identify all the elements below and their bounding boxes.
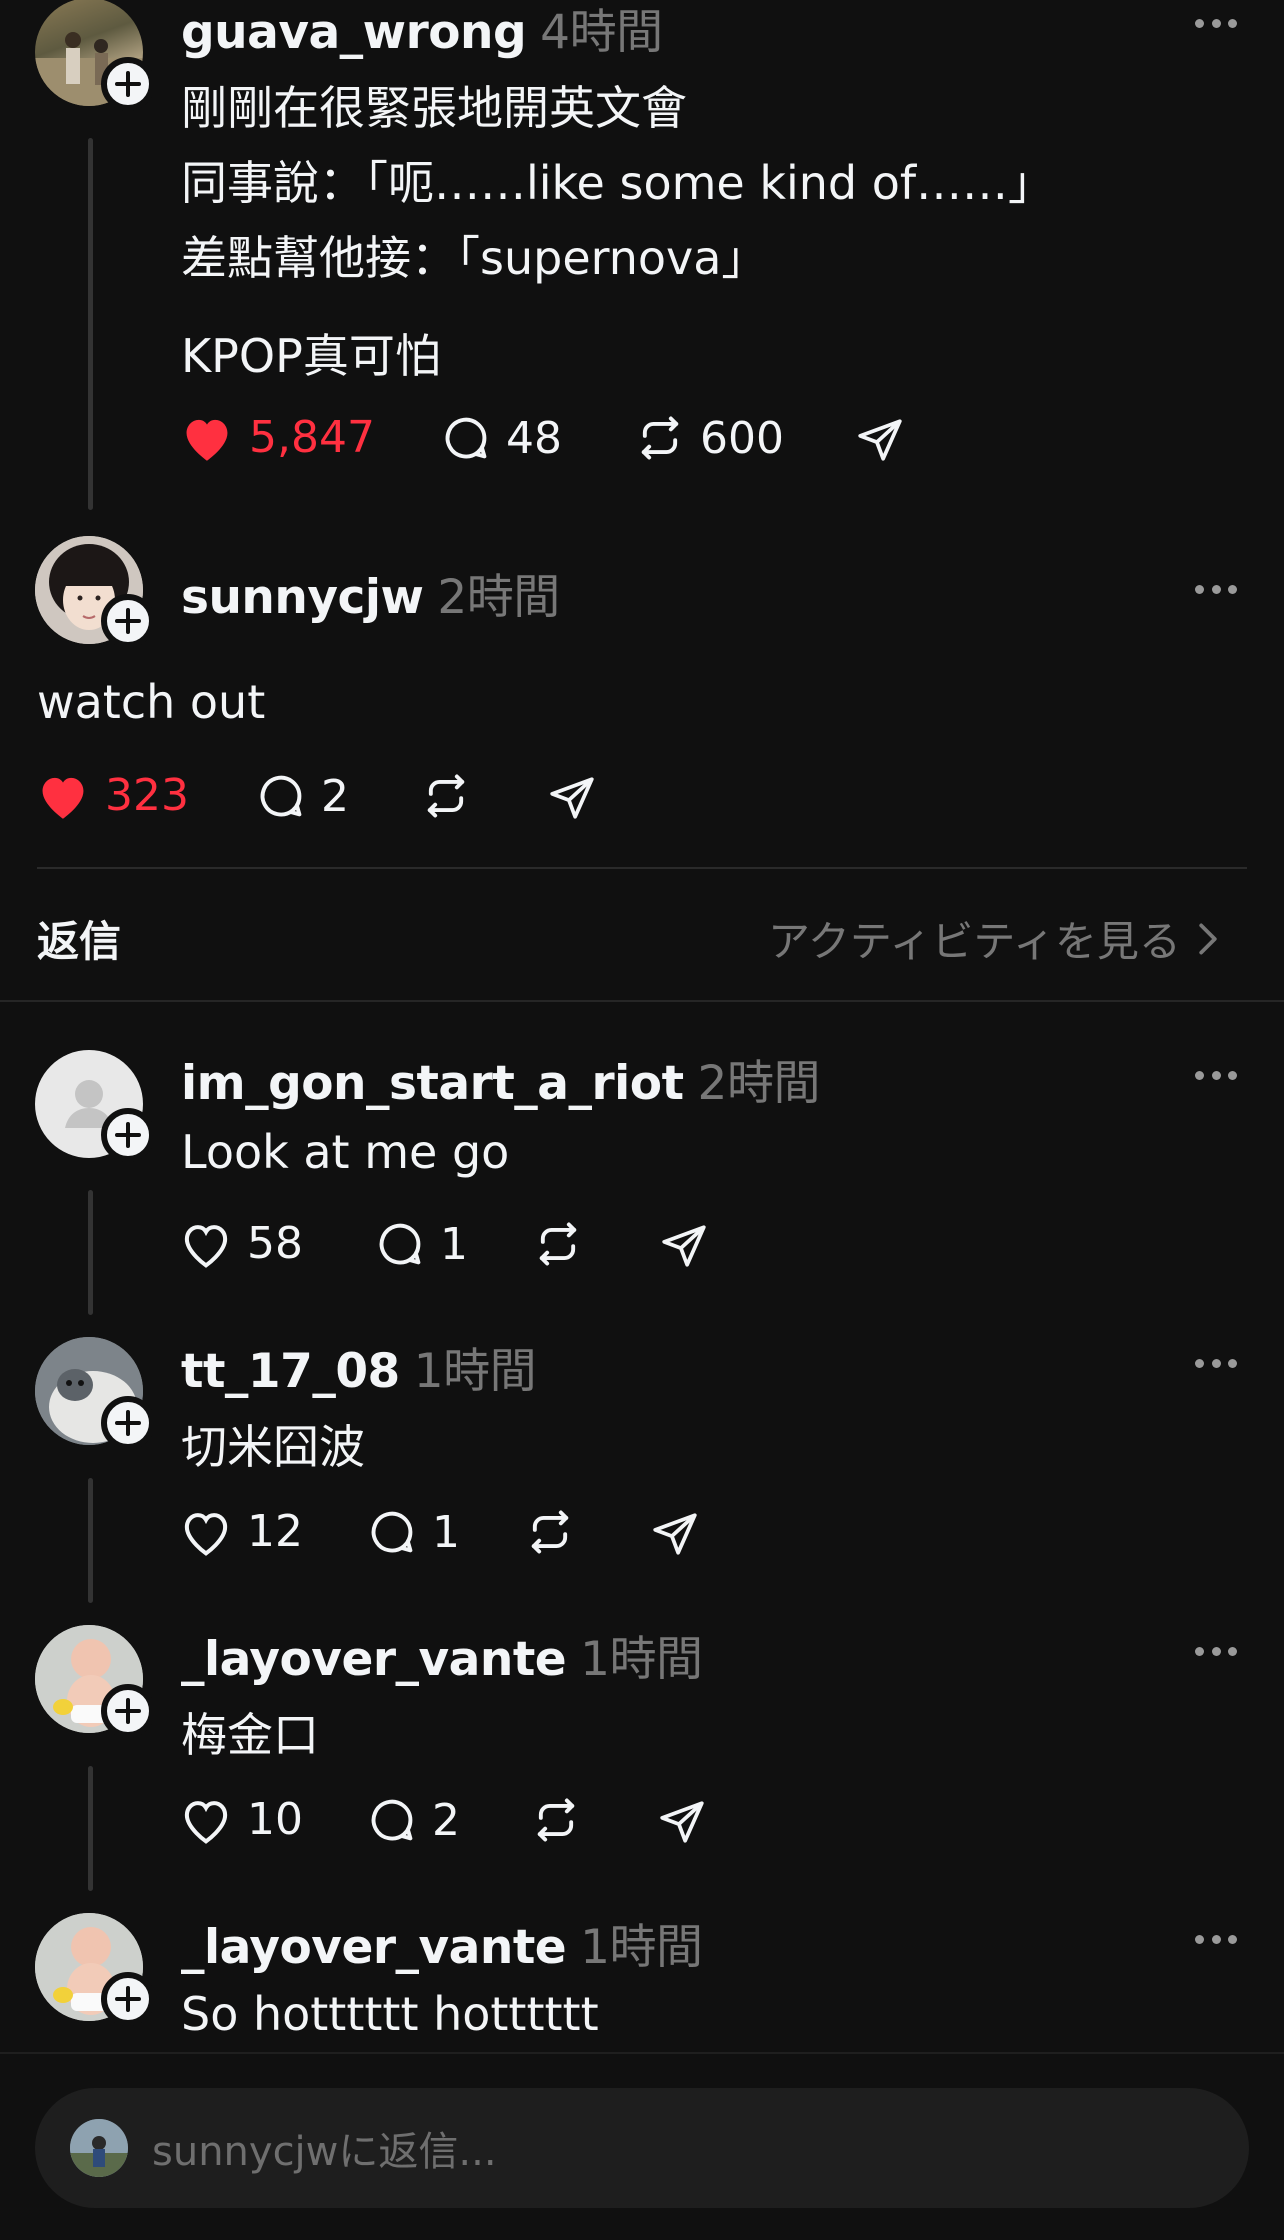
reply-username[interactable]: _layover_vante 1時間 <box>181 1620 703 1689</box>
send-icon <box>653 1513 697 1555</box>
reply-text: So hotttttt hotttttt <box>181 1987 599 2041</box>
reply-text: 梅金口 <box>181 1708 319 1762</box>
follow-plus-icon[interactable] <box>101 57 155 111</box>
repost-button[interactable] <box>420 770 472 822</box>
follow-plus-icon[interactable] <box>101 1108 155 1162</box>
comment-button[interactable]: 1 <box>366 1506 460 1558</box>
repost-button[interactable] <box>530 1794 582 1846</box>
comment-icon <box>371 1799 413 1841</box>
like-button[interactable]: 58 <box>179 1218 303 1269</box>
like-button[interactable]: 10 <box>179 1794 303 1845</box>
reply-input-placeholder: sunnycjwに返信... <box>152 2129 497 2175</box>
replies-title: 返信 <box>37 917 122 966</box>
reply-time: 1時間 <box>580 1632 703 1687</box>
follow-plus-icon[interactable] <box>101 1972 155 2026</box>
repost-button[interactable] <box>524 1506 576 1558</box>
post-username[interactable]: guava_wrong 4時間 <box>181 0 663 62</box>
repost-button[interactable]: 600 <box>634 412 784 464</box>
follow-plus-icon[interactable] <box>101 1396 155 1450</box>
reply-username[interactable]: sunnycjw 2時間 <box>181 558 560 627</box>
reply-username[interactable]: im_gon_start_a_riot 2時間 <box>181 1044 820 1113</box>
reply-username[interactable]: _layover_vante 1時間 <box>181 1908 703 1977</box>
share-button[interactable] <box>657 1797 707 1847</box>
divider <box>0 1000 1284 1002</box>
heart-filled-icon <box>186 419 228 461</box>
post-text-line-4: KPOP真可怕 <box>181 329 441 383</box>
share-button[interactable] <box>855 415 905 465</box>
comment-count: 48 <box>506 412 562 464</box>
more-options-icon[interactable] <box>1195 1069 1237 1081</box>
thread-line <box>88 138 93 510</box>
comment-button[interactable]: 2 <box>366 1794 460 1846</box>
reply-input[interactable]: sunnycjwに返信... <box>35 2088 1249 2208</box>
post-text-line-1: 剛剛在很緊張地開英文會 <box>181 81 687 135</box>
reply-time: 2時間 <box>697 1056 821 1111</box>
post-text-line-3: 差點幫他接：「supernova」 <box>181 231 768 285</box>
like-count: 323 <box>105 770 189 821</box>
send-icon <box>662 1225 706 1267</box>
comment-count: 2 <box>321 770 349 822</box>
comment-icon <box>379 1223 421 1265</box>
like-count: 58 <box>247 1218 303 1269</box>
heart-filled-icon <box>42 777 84 819</box>
reply-text: Look at me go <box>181 1125 510 1179</box>
like-button[interactable]: 5,847 <box>179 412 375 463</box>
comment-icon <box>371 1511 413 1553</box>
more-options-icon[interactable] <box>1195 1357 1237 1369</box>
repost-icon <box>427 774 465 818</box>
more-options-icon[interactable] <box>1195 583 1237 595</box>
more-options-icon[interactable] <box>1195 1645 1237 1657</box>
comment-icon <box>445 417 487 459</box>
like-button[interactable]: 12 <box>179 1506 303 1557</box>
share-button[interactable] <box>659 1221 709 1271</box>
repost-icon <box>531 1510 569 1554</box>
my-avatar <box>70 2119 128 2177</box>
reply-time: 1時間 <box>580 1920 703 1975</box>
more-options-icon[interactable] <box>1195 1933 1237 1945</box>
thread-line <box>88 1478 93 1603</box>
thread-line <box>88 1190 93 1315</box>
reply-username[interactable]: tt_17_08 1時間 <box>181 1332 537 1401</box>
repost-icon <box>537 1798 575 1842</box>
follow-plus-icon[interactable] <box>101 594 155 648</box>
repost-button[interactable] <box>532 1218 584 1270</box>
repost-count: 600 <box>700 412 784 464</box>
chevron-right-icon <box>1199 923 1217 954</box>
send-icon <box>660 1801 704 1843</box>
post-time: 4時間 <box>540 5 663 60</box>
share-button[interactable] <box>547 773 597 823</box>
comment-count: 1 <box>440 1218 468 1270</box>
comment-icon <box>260 775 302 817</box>
thread-line <box>88 1766 93 1891</box>
like-button[interactable]: 323 <box>35 770 189 821</box>
like-count: 5,847 <box>249 412 375 463</box>
more-options-icon[interactable] <box>1195 17 1237 29</box>
view-activity-label: アクティビティを見る <box>768 917 1181 966</box>
repost-icon <box>641 416 679 460</box>
view-activity-link[interactable]: アクティビティを見る <box>768 908 1221 969</box>
reply-text: watch out <box>37 675 266 729</box>
divider <box>37 867 1247 869</box>
like-count: 12 <box>247 1506 303 1557</box>
heart-icon <box>184 1800 228 1844</box>
share-button[interactable] <box>650 1509 700 1559</box>
repost-icon <box>539 1222 577 1266</box>
reply-time: 2時間 <box>437 570 560 625</box>
reply-time: 1時間 <box>413 1344 537 1399</box>
comment-button[interactable]: 48 <box>440 412 562 464</box>
heart-icon <box>184 1512 228 1556</box>
heart-icon <box>184 1224 228 1268</box>
reply-text: 切米囧波 <box>181 1420 365 1474</box>
post-text-line-2: 同事說：「呃……like some kind of……」 <box>181 156 1055 210</box>
follow-plus-icon[interactable] <box>101 1684 155 1738</box>
like-count: 10 <box>247 1794 303 1845</box>
comment-button[interactable]: 1 <box>374 1218 468 1270</box>
send-icon <box>858 419 902 461</box>
comment-button[interactable]: 2 <box>255 770 349 822</box>
comment-count: 1 <box>432 1506 460 1558</box>
send-icon <box>550 777 594 819</box>
comment-count: 2 <box>432 1794 460 1846</box>
